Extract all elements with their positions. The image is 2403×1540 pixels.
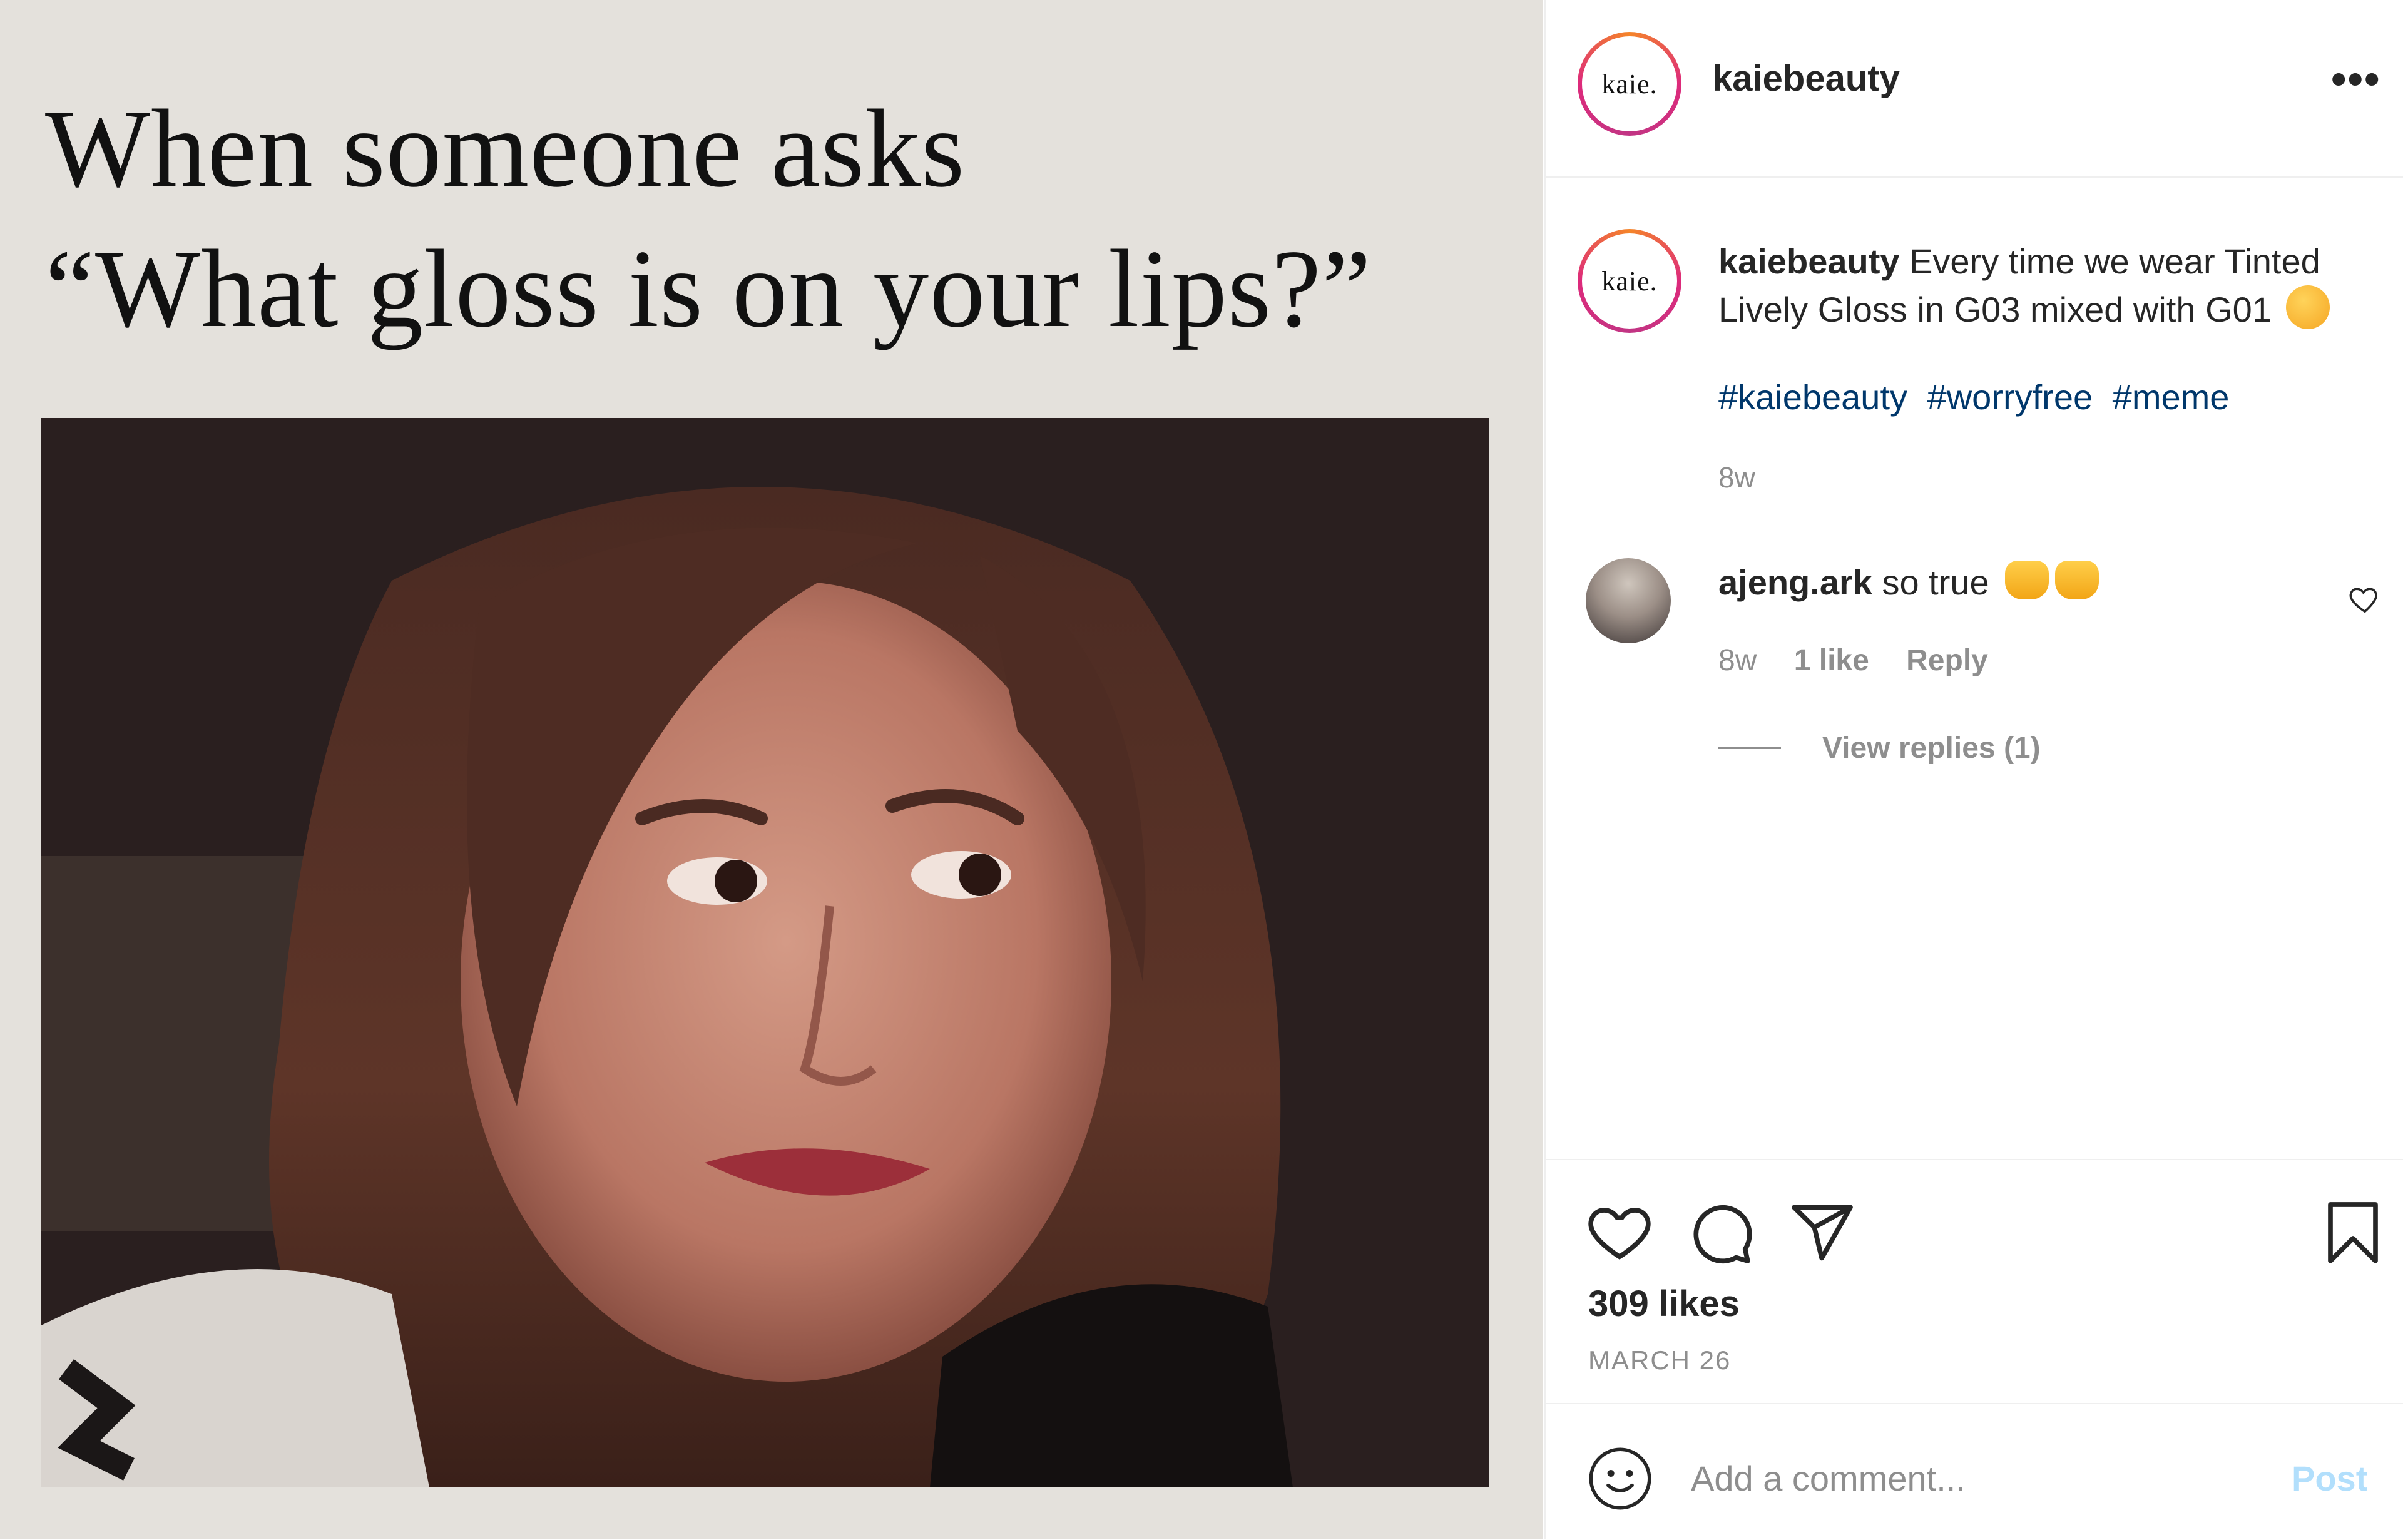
comment-text: ajeng.ark so true: [1718, 561, 2099, 603]
profile-avatar[interactable]: kaie.: [1578, 32, 1681, 136]
caption-timestamp[interactable]: 8w: [1718, 461, 1755, 494]
brand-logo: kaie.: [1601, 68, 1658, 99]
instagram-post: When someone asks “What gloss is on your…: [0, 0, 2403, 1539]
comment-like-heart-icon[interactable]: [2348, 582, 2382, 616]
brand-logo: kaie.: [1601, 265, 1658, 297]
reply-button[interactable]: Reply: [1906, 644, 1988, 677]
caption-username[interactable]: kaiebeauty: [1718, 242, 1900, 281]
post-button[interactable]: Post: [2292, 1458, 2367, 1499]
view-replies-label: View replies (1): [1822, 732, 2041, 765]
actions-section: 309 likes MARCH 26: [1546, 1159, 2403, 1404]
caption-text: kaiebeauty Every time we wear Tinted Liv…: [1718, 238, 2382, 334]
meme-headline-line1: When someone asks: [45, 86, 966, 210]
hashtags: #kaiebeauty #worryfree #meme: [1718, 377, 2239, 417]
view-replies-button[interactable]: View replies (1): [1718, 731, 2041, 765]
woman-portrait-illustration: [41, 418, 1489, 1487]
heart-icon[interactable]: [1586, 1199, 1653, 1267]
post-header: kaie. kaiebeauty •••: [1546, 0, 2403, 178]
commenter-avatar[interactable]: [1586, 558, 1671, 643]
smiling-face-with-hearts-emoji: [2286, 285, 2330, 329]
hashtag-link[interactable]: #worryfree: [1927, 377, 2093, 417]
raising-hands-emoji: [2055, 561, 2099, 599]
hashtag-link[interactable]: #meme: [2113, 377, 2230, 417]
bookmark-icon[interactable]: [2319, 1199, 2387, 1267]
comment-icon[interactable]: [1687, 1199, 1755, 1267]
comment-timestamp[interactable]: 8w: [1718, 644, 1757, 677]
meme-photo: [41, 418, 1489, 1487]
comment-username[interactable]: ajeng.ark: [1718, 563, 1872, 602]
hashtag-link[interactable]: #kaiebeauty: [1718, 377, 1907, 417]
comment-body: so true: [1882, 563, 1989, 602]
divider-dash: [1718, 747, 1781, 749]
more-options-icon[interactable]: •••: [2331, 57, 2381, 101]
share-icon[interactable]: [1788, 1199, 1856, 1267]
emoji-picker-icon[interactable]: [1588, 1447, 1652, 1511]
meme-headline-line2: “What gloss is on your lips?”: [45, 227, 1372, 350]
post-side-panel: kaie. kaiebeauty ••• kaie. kaiebeauty Ev…: [1544, 0, 2403, 1539]
post-date[interactable]: MARCH 26: [1588, 1345, 1731, 1375]
post-image[interactable]: When someone asks “What gloss is on your…: [0, 0, 1543, 1539]
caption-avatar[interactable]: kaie.: [1578, 229, 1681, 333]
add-comment-bar: Post: [1546, 1403, 2403, 1540]
comment-input[interactable]: [1690, 1449, 2255, 1507]
likes-count[interactable]: 309 likes: [1588, 1283, 1740, 1325]
raising-hands-emoji: [2005, 561, 2049, 599]
comment-meta: 8w 1 like Reply: [1718, 643, 2017, 678]
header-username[interactable]: kaiebeauty: [1712, 58, 1900, 99]
comment-likes[interactable]: 1 like: [1794, 644, 1869, 677]
